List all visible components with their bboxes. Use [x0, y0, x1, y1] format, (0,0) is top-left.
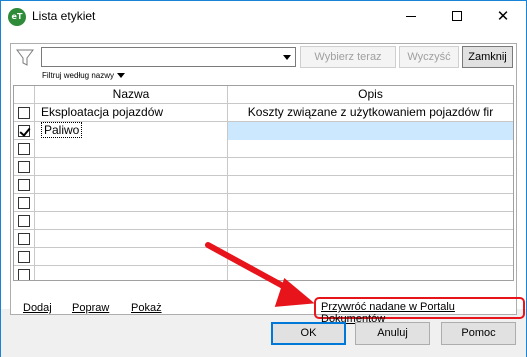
- cell-description[interactable]: [228, 212, 513, 230]
- app-logo-icon: eT: [8, 8, 26, 26]
- row-check-cell: [14, 248, 35, 266]
- dialog-window: eT Lista etykiet ✕ Filtruj według nazwy …: [0, 0, 527, 357]
- minimize-button[interactable]: [388, 1, 434, 32]
- row-check-cell: [14, 212, 35, 230]
- minimize-icon: [406, 16, 416, 17]
- column-header-description[interactable]: Opis: [228, 86, 513, 104]
- table-row[interactable]: [14, 212, 513, 230]
- title-bar[interactable]: eT Lista etykiet ✕: [1, 1, 526, 32]
- filter-mode-dropdown[interactable]: Filtruj według nazwy: [42, 71, 126, 80]
- cell-name[interactable]: [35, 194, 228, 212]
- cell-name[interactable]: [35, 158, 228, 176]
- cell-description[interactable]: [228, 158, 513, 176]
- row-checkbox[interactable]: [18, 269, 30, 280]
- cell-name[interactable]: [35, 212, 228, 230]
- row-check-cell: [14, 104, 35, 122]
- clear-button[interactable]: Wyczyść: [399, 46, 459, 68]
- column-header-name[interactable]: Nazwa: [35, 86, 228, 104]
- row-check-cell: [14, 194, 35, 212]
- help-button[interactable]: Pomoc: [441, 322, 516, 345]
- row-checkbox[interactable]: [18, 233, 30, 245]
- cell-name-text: Paliwo: [41, 122, 83, 138]
- row-checkbox[interactable]: [18, 161, 30, 173]
- row-checkbox[interactable]: [18, 179, 30, 191]
- cell-name[interactable]: [35, 140, 228, 158]
- close-window-button[interactable]: ✕: [480, 1, 526, 32]
- filter-combobox[interactable]: [41, 47, 296, 67]
- close-icon: ✕: [496, 7, 510, 25]
- row-check-cell: [14, 230, 35, 248]
- maximize-button[interactable]: [434, 1, 480, 32]
- caret-down-icon: [117, 73, 126, 79]
- row-check-cell: [14, 140, 35, 158]
- table-row[interactable]: Eksploatacja pojazdów Koszty związane z u…: [14, 104, 513, 122]
- table-row[interactable]: [14, 176, 513, 194]
- row-checkbox[interactable]: [18, 143, 30, 155]
- cell-description[interactable]: [228, 122, 513, 140]
- cell-description[interactable]: [228, 176, 513, 194]
- show-link[interactable]: Pokaż: [131, 302, 162, 314]
- cell-name[interactable]: Eksploatacja pojazdów: [35, 104, 228, 122]
- window-title: Lista etykiet: [32, 9, 96, 23]
- cell-name[interactable]: [35, 176, 228, 194]
- row-checkbox[interactable]: [18, 251, 30, 263]
- filter-mode-label: Filtruj według nazwy: [42, 71, 115, 80]
- cell-name[interactable]: Paliwo: [35, 122, 228, 140]
- row-check-cell: [14, 158, 35, 176]
- row-checkbox[interactable]: [18, 125, 30, 137]
- add-link[interactable]: Dodaj: [23, 302, 52, 314]
- cell-description[interactable]: [228, 194, 513, 212]
- close-filter-button[interactable]: Zamknij: [462, 46, 513, 68]
- select-now-button[interactable]: Wybierz teraz: [300, 46, 396, 68]
- annotation-arrow-icon: [205, 242, 315, 307]
- ok-button[interactable]: OK: [271, 322, 346, 345]
- row-checkbox[interactable]: [18, 107, 30, 119]
- table-header: Nazwa Opis: [14, 86, 513, 104]
- header-check-cell: [14, 86, 35, 104]
- cell-description[interactable]: [228, 140, 513, 158]
- table-row[interactable]: [14, 158, 513, 176]
- dialog-client-area: Filtruj według nazwy Wybierz teraz Wyczy…: [1, 32, 526, 357]
- cell-name-text: Eksploatacja pojazdów: [41, 105, 164, 119]
- funnel-icon[interactable]: [16, 48, 34, 68]
- row-checkbox[interactable]: [18, 197, 30, 209]
- cell-description[interactable]: Koszty związane z użytkowaniem pojazdów …: [228, 104, 513, 122]
- row-check-cell: [14, 176, 35, 194]
- row-checkbox[interactable]: [18, 215, 30, 227]
- table-row[interactable]: Paliwo: [14, 122, 513, 140]
- row-check-cell: [14, 122, 35, 140]
- cancel-button[interactable]: Anuluj: [355, 322, 430, 345]
- table-row[interactable]: [14, 194, 513, 212]
- edit-link[interactable]: Popraw: [72, 302, 109, 314]
- row-check-cell: [14, 266, 35, 280]
- table-row[interactable]: [14, 140, 513, 158]
- chevron-down-icon[interactable]: [283, 55, 291, 60]
- maximize-icon: [452, 11, 462, 21]
